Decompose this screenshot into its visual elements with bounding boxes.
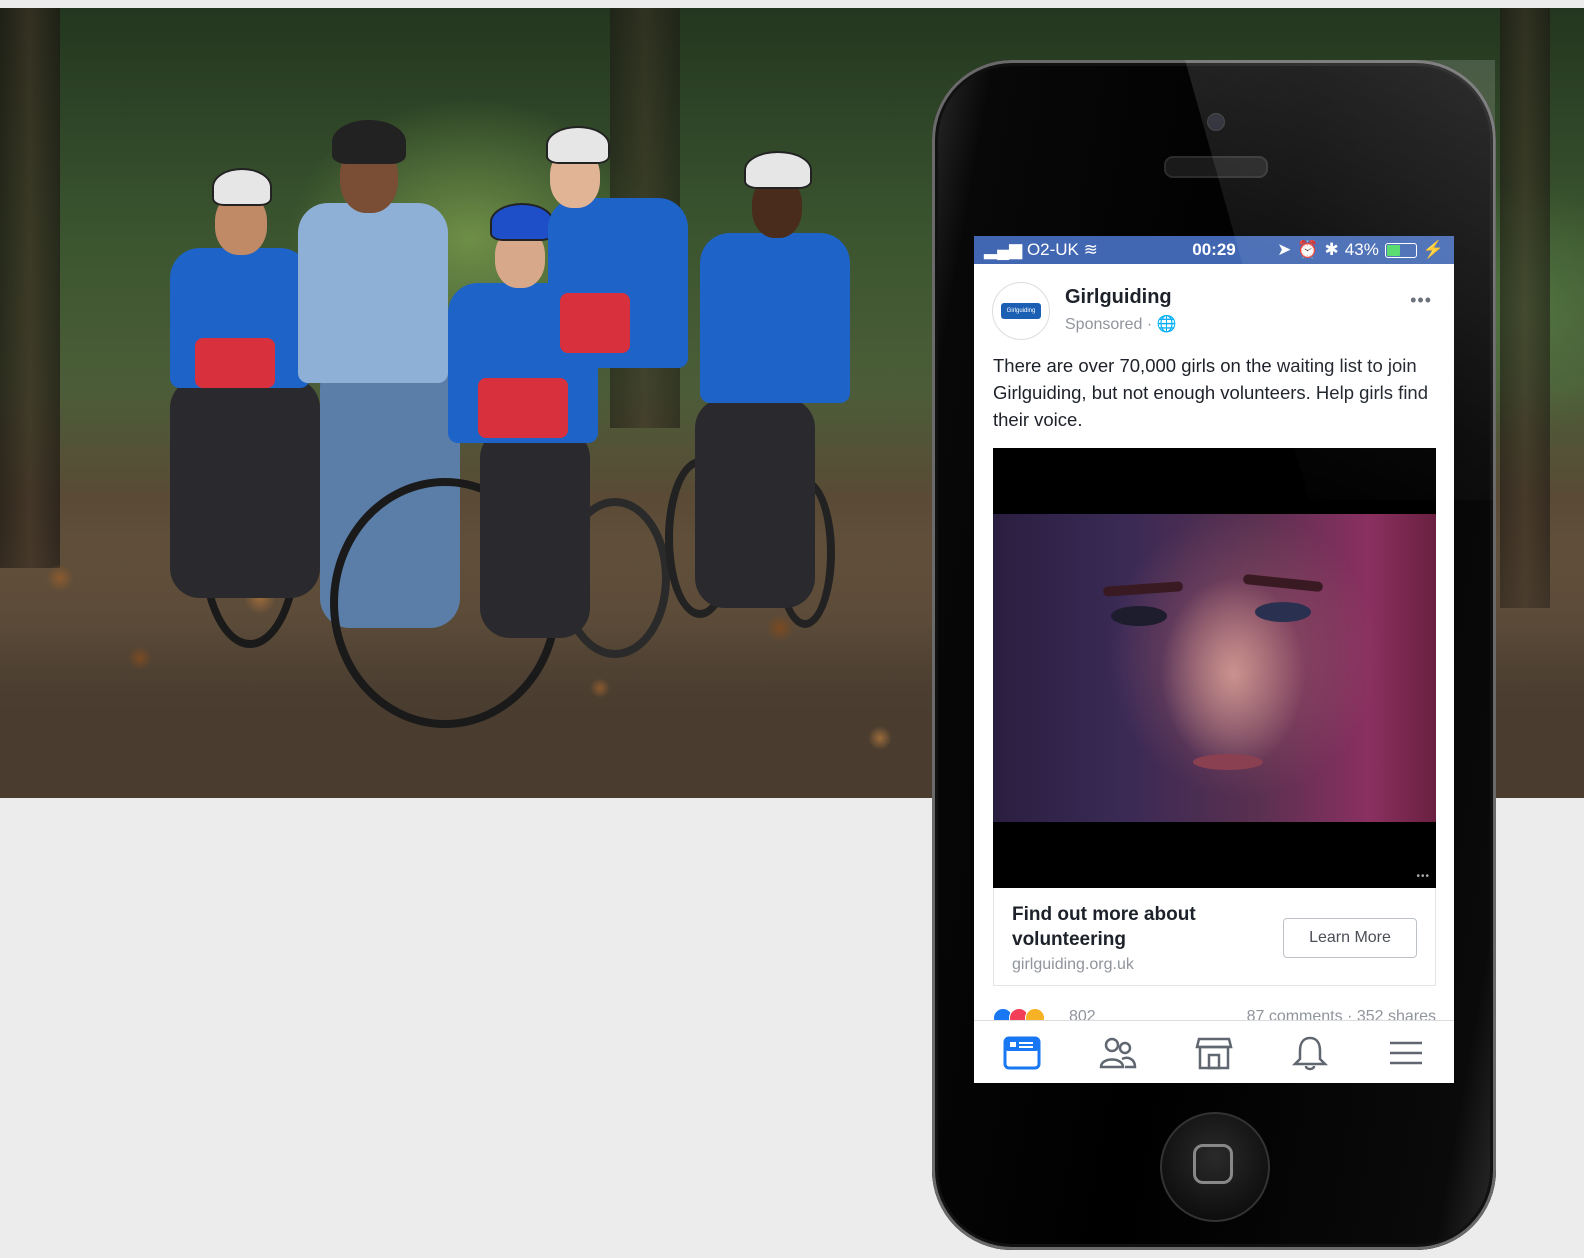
link-preview[interactable]: Find out more about volunteering girlgui…: [993, 888, 1436, 986]
page-avatar[interactable]: Girlguiding: [992, 282, 1050, 340]
battery-icon: [1384, 242, 1417, 258]
girlguiding-logo: Girlguiding: [1001, 303, 1041, 319]
video-frame-face-closeup: [993, 514, 1436, 822]
post-header: Girlguiding Girlguiding Sponsored · 🌐 ••…: [992, 282, 1436, 342]
video-progress-dots: •••: [1416, 871, 1430, 882]
hamburger-icon: [1390, 1041, 1422, 1064]
reaction-icons: [993, 1008, 1045, 1020]
sponsored-text: Sponsored ·: [1065, 316, 1157, 333]
wow-reaction-icon: [1025, 1008, 1045, 1020]
earpiece-speaker: [1164, 156, 1268, 178]
bell-icon: [1291, 1036, 1329, 1070]
comments-shares-count[interactable]: 87 comments · 352 shares: [1247, 1008, 1436, 1020]
page-name[interactable]: Girlguiding: [1065, 286, 1172, 309]
tab-notifications[interactable]: [1285, 1028, 1335, 1078]
tab-news-feed[interactable]: [997, 1028, 1047, 1078]
globe-icon: 🌐: [1156, 316, 1177, 333]
alarm-icon: ⏰: [1297, 240, 1319, 259]
learn-more-button[interactable]: Learn More: [1283, 918, 1417, 958]
link-domain: girlguiding.org.uk: [1012, 956, 1134, 973]
facebook-app-screen: ▂▄▆ O2-UK ≋ 00:29 ➤ ⏰ ✱ 43% ⚡ Girlguidin…: [974, 236, 1454, 1083]
battery-percent: 43%: [1344, 240, 1379, 259]
status-bar: ▂▄▆ O2-UK ≋ 00:29 ➤ ⏰ ✱ 43% ⚡: [974, 236, 1454, 264]
tab-menu[interactable]: [1381, 1028, 1431, 1078]
link-title[interactable]: Find out more about volunteering: [1012, 902, 1242, 952]
location-arrow-icon: ➤: [1277, 240, 1292, 259]
bottom-tab-bar: [974, 1020, 1454, 1083]
tab-marketplace[interactable]: [1189, 1028, 1239, 1078]
friends-icon: [1099, 1037, 1137, 1068]
video-player[interactable]: •••: [993, 448, 1436, 888]
tab-friends[interactable]: [1093, 1028, 1143, 1078]
post-body-text: There are over 70,000 girls on the waiti…: [993, 355, 1429, 430]
more-options-icon[interactable]: •••: [1410, 290, 1432, 311]
status-right: ➤ ⏰ ✱ 43% ⚡: [1277, 240, 1444, 260]
bluetooth-icon: ✱: [1324, 240, 1339, 259]
marketplace-icon: [1195, 1037, 1233, 1069]
sponsored-label: Sponsored · 🌐: [1065, 314, 1177, 334]
charging-icon: ⚡: [1422, 240, 1444, 259]
news-feed-icon: [1003, 1036, 1041, 1069]
home-button-icon: [1193, 1144, 1233, 1184]
reactions-count[interactable]: 802: [1069, 1008, 1096, 1020]
front-camera: [1207, 113, 1225, 131]
reactions-row: 802 87 comments · 352 shares: [993, 1006, 1436, 1020]
